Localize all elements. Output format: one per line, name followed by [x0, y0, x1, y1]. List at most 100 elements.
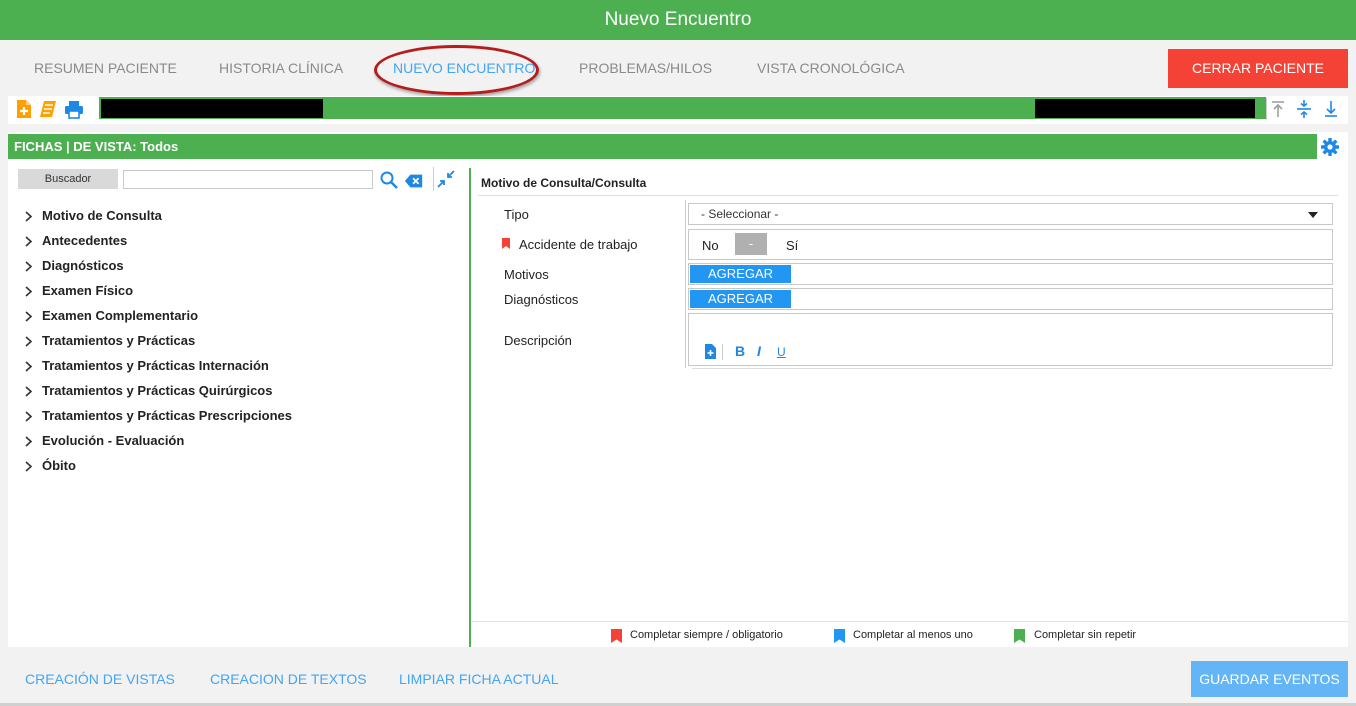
descripcion-label: Descripción: [504, 333, 572, 348]
notes-icon[interactable]: [38, 99, 58, 119]
tree-item-examen-complementario[interactable]: Examen Complementario: [22, 306, 292, 331]
column-divider: [469, 168, 471, 647]
tipo-select-value: - Seleccionar -: [701, 207, 779, 221]
bold-button[interactable]: B: [735, 344, 745, 359]
tipo-label: Tipo: [504, 207, 529, 222]
clear-search-icon[interactable]: [404, 171, 424, 191]
accidente-label: Accidente de trabajo: [519, 237, 638, 252]
tree-item-diagnosticos[interactable]: Diagnósticos: [22, 256, 292, 281]
creacion-vistas-link[interactable]: CREACIÓN DE VISTAS: [25, 671, 175, 687]
form-title: Motivo de Consulta/Consulta: [481, 176, 647, 190]
patient-info-bar: [99, 97, 1266, 119]
tab-nuevo-encuentro[interactable]: NUEVO ENCUENTRO: [393, 60, 535, 76]
diagnosticos-field: AGREGAR: [688, 288, 1333, 310]
window-title: Nuevo Encuentro: [0, 0, 1356, 40]
tree-item-label: Diagnósticos: [42, 258, 124, 273]
accidente-option-si[interactable]: Sí: [786, 238, 798, 253]
divider: [472, 621, 1348, 622]
divider: [1266, 98, 1267, 120]
tab-historia-clinica[interactable]: HISTORIA CLÍNICA: [219, 60, 343, 76]
ficha-form: Motivo de Consulta/Consulta Tipo - Selec…: [472, 159, 1348, 647]
accidente-option-unset[interactable]: -: [735, 233, 767, 255]
chevron-right-icon: [25, 411, 33, 422]
tree-item-tratamientos-practicas[interactable]: Tratamientos y Prácticas: [22, 331, 292, 356]
add-motivo-button[interactable]: AGREGAR: [690, 265, 791, 283]
tab-problemas-hilos[interactable]: PROBLEMAS/HILOS: [579, 60, 712, 76]
insert-template-icon[interactable]: [704, 344, 717, 359]
chevron-right-icon: [25, 336, 33, 347]
search-label: Buscador: [18, 169, 118, 189]
close-patient-button[interactable]: CERRAR PACIENTE: [1168, 49, 1348, 88]
gear-icon[interactable]: [1320, 137, 1340, 157]
tree-item-label: Tratamientos y Prácticas Prescripciones: [42, 408, 293, 423]
tipo-select[interactable]: - Seleccionar -: [688, 203, 1333, 225]
italic-button[interactable]: I: [757, 344, 761, 359]
top-nav: RESUMEN PACIENTE HISTORIA CLÍNICA NUEVO …: [0, 40, 1356, 96]
print-icon[interactable]: [64, 99, 84, 119]
divider: [478, 195, 1338, 196]
collapse-top-icon[interactable]: [1268, 99, 1288, 119]
new-document-icon[interactable]: [14, 99, 34, 119]
divider: [692, 368, 1332, 369]
fichas-panel: FICHAS | DE VISTA: Todos Buscador Motivo…: [8, 132, 1348, 647]
no-repeat-flag-icon: [1014, 629, 1025, 643]
tree-item-evolucion-evaluacion[interactable]: Evolución - Evaluación: [22, 431, 292, 456]
tree-item-examen-fisico[interactable]: Examen Físico: [22, 281, 292, 306]
footer-bar: CREACIÓN DE VISTAS CREACION DE TEXTOS LI…: [0, 655, 1356, 706]
required-flag-icon: [502, 238, 510, 249]
chevron-right-icon: [25, 386, 33, 397]
tree-item-label: Examen Complementario: [42, 308, 199, 323]
tree-item-motivo-de-consulta[interactable]: Motivo de Consulta: [22, 206, 292, 231]
tree-item-label: Tratamientos y Prácticas: [42, 333, 196, 348]
chevron-right-icon: [25, 286, 33, 297]
limpiar-ficha-link[interactable]: LIMPIAR FICHA ACTUAL: [399, 671, 558, 687]
add-diagnostico-button[interactable]: AGREGAR: [690, 290, 791, 308]
redacted-patient-name: [101, 99, 323, 118]
collapse-all-icon[interactable]: [436, 169, 456, 189]
save-events-button[interactable]: GUARDAR EVENTOS: [1191, 661, 1348, 697]
chevron-right-icon: [25, 211, 33, 222]
fichas-header: FICHAS | DE VISTA: Todos: [8, 134, 1317, 159]
tab-resumen-paciente[interactable]: RESUMEN PACIENTE: [34, 60, 177, 76]
accidente-option-no[interactable]: No: [702, 238, 719, 253]
tree-item-label: Óbito: [42, 458, 76, 473]
tree-item-label: Motivo de Consulta: [42, 208, 162, 223]
caret-down-icon: [1308, 212, 1318, 218]
tree-item-obito[interactable]: Óbito: [22, 456, 292, 481]
legend-at-least-one: Completar al menos uno: [853, 629, 973, 641]
tree-item-label: Antecedentes: [42, 233, 128, 248]
at-least-one-flag-icon: [834, 629, 845, 643]
fichas-tree: Motivo de Consulta Antecedentes Diagnóst…: [22, 206, 292, 481]
collapse-middle-icon[interactable]: [1294, 99, 1314, 119]
creacion-textos-link[interactable]: CREACION DE TEXTOS: [210, 671, 367, 687]
tree-item-tratamientos-prescripciones[interactable]: Tratamientos y Prácticas Prescripciones: [22, 406, 292, 431]
search-input[interactable]: [123, 170, 373, 189]
underline-button[interactable]: U: [777, 345, 786, 360]
tree-item-label: Tratamientos y Prácticas Quirúrgicos: [42, 383, 273, 398]
tree-item-label: Evolución - Evaluación: [42, 433, 185, 448]
chevron-right-icon: [25, 236, 33, 247]
required-flag-icon: [611, 629, 622, 643]
legend-no-repeat: Completar sin repetir: [1034, 629, 1137, 641]
diagnosticos-label: Diagnósticos: [504, 292, 579, 307]
chevron-right-icon: [25, 361, 33, 372]
redacted-patient-id: [1035, 99, 1255, 118]
divider: [685, 200, 686, 368]
chevron-right-icon: [25, 261, 33, 272]
legend-required: Completar siempre / obligatorio: [630, 629, 783, 641]
search-icon[interactable]: [379, 170, 399, 190]
accidente-toggle: No - Sí: [688, 229, 1333, 260]
divider: [433, 167, 434, 191]
tree-item-tratamientos-quirurgicos[interactable]: Tratamientos y Prácticas Quirúrgicos: [22, 381, 292, 406]
divider: [722, 344, 723, 360]
tab-vista-cronologica[interactable]: VISTA CRONOLÓGICA: [757, 60, 905, 76]
collapse-bottom-icon[interactable]: [1321, 99, 1341, 119]
chevron-right-icon: [25, 311, 33, 322]
fichas-tree-panel: Buscador Motivo de Consulta Antecedentes…: [8, 159, 469, 647]
motivos-label: Motivos: [504, 267, 549, 282]
tree-item-tratamientos-internacion[interactable]: Tratamientos y Prácticas Internación: [22, 356, 292, 381]
tree-item-label: Examen Físico: [42, 283, 134, 298]
chevron-right-icon: [25, 461, 33, 472]
tree-item-antecedentes[interactable]: Antecedentes: [22, 231, 292, 256]
motivos-field: AGREGAR: [688, 263, 1333, 285]
